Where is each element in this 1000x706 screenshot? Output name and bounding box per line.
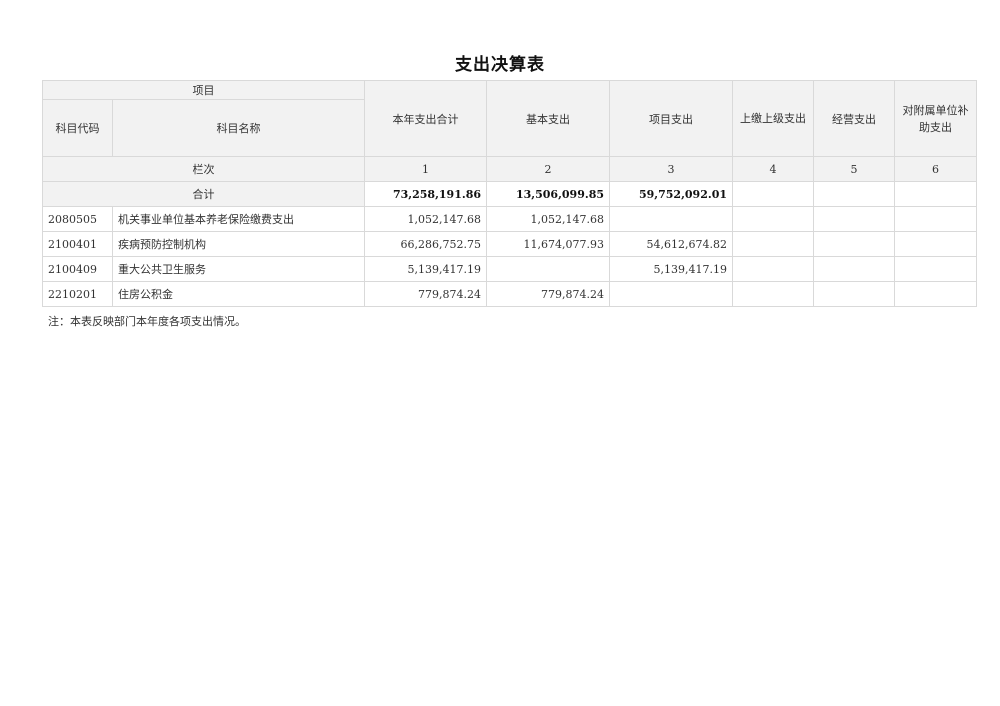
row-value <box>894 206 977 232</box>
header-item-group: 项目 <box>42 80 365 100</box>
row-value: 1,052,147.68 <box>486 206 610 232</box>
total-row: 合计 73,258,191.86 13,506,099.85 59,752,09… <box>42 181 977 207</box>
row-name: 疾病预防控制机构 <box>112 231 365 257</box>
header-row-top: 项目 本年支出合计 基本支出 项目支出 上缴上级支出 经营支出 对附属单位补助支… <box>42 80 977 157</box>
lanci-label: 栏次 <box>42 156 365 182</box>
page-title: 支出决算表 <box>455 55 545 75</box>
row-value <box>894 281 977 307</box>
row-code: 2100409 <box>42 256 113 282</box>
row-value <box>813 281 895 307</box>
table-row: 2100401 疾病预防控制机构 66,286,752.75 11,674,07… <box>42 231 977 257</box>
row-value: 5,139,417.19 <box>609 256 733 282</box>
row-value: 779,874.24 <box>486 281 610 307</box>
header-col-4: 上缴上级支出 <box>732 80 814 157</box>
expenditure-table: 项目 本年支出合计 基本支出 项目支出 上缴上级支出 经营支出 对附属单位补助支… <box>42 80 977 307</box>
lanci-number: 6 <box>894 156 977 182</box>
total-value <box>813 181 895 207</box>
header-subject-name: 科目名称 <box>112 99 365 157</box>
total-value: 59,752,092.01 <box>609 181 733 207</box>
row-name: 重大公共卫生服务 <box>112 256 365 282</box>
total-value: 73,258,191.86 <box>364 181 487 207</box>
header-col-6: 对附属单位补助支出 <box>894 80 977 157</box>
lanci-number: 3 <box>609 156 733 182</box>
row-value <box>486 256 610 282</box>
row-value: 779,874.24 <box>364 281 487 307</box>
row-value <box>813 231 895 257</box>
header-col-1: 本年支出合计 <box>364 80 487 157</box>
row-code: 2080505 <box>42 206 113 232</box>
table-note: 注：本表反映部门本年度各项支出情况。 <box>48 315 246 328</box>
row-value <box>609 281 733 307</box>
total-value: 13,506,099.85 <box>486 181 610 207</box>
lanci-number: 1 <box>364 156 487 182</box>
table-row: 2100409 重大公共卫生服务 5,139,417.19 5,139,417.… <box>42 256 977 282</box>
table-row: 2080505 机关事业单位基本养老保险缴费支出 1,052,147.68 1,… <box>42 206 977 232</box>
row-value <box>732 231 814 257</box>
row-value <box>732 206 814 232</box>
row-value: 11,674,077.93 <box>486 231 610 257</box>
row-value: 66,286,752.75 <box>364 231 487 257</box>
row-name: 机关事业单位基本养老保险缴费支出 <box>112 206 365 232</box>
row-value <box>894 231 977 257</box>
row-value <box>813 256 895 282</box>
row-value: 1,052,147.68 <box>364 206 487 232</box>
row-value <box>732 281 814 307</box>
header-subject-code: 科目代码 <box>42 99 113 157</box>
lanci-number: 2 <box>486 156 610 182</box>
total-value <box>732 181 814 207</box>
row-value <box>813 206 895 232</box>
total-label: 合计 <box>42 181 365 207</box>
lanci-row: 栏次 1 2 3 4 5 6 <box>42 156 977 182</box>
row-value <box>609 206 733 232</box>
table-row: 2210201 住房公积金 779,874.24 779,874.24 <box>42 281 977 307</box>
lanci-number: 5 <box>813 156 895 182</box>
row-name: 住房公积金 <box>112 281 365 307</box>
row-code: 2210201 <box>42 281 113 307</box>
header-col-5: 经营支出 <box>813 80 895 157</box>
row-value: 5,139,417.19 <box>364 256 487 282</box>
lanci-number: 4 <box>732 156 814 182</box>
row-value: 54,612,674.82 <box>609 231 733 257</box>
row-value <box>894 256 977 282</box>
total-value <box>894 181 977 207</box>
row-code: 2100401 <box>42 231 113 257</box>
header-col-3: 项目支出 <box>609 80 733 157</box>
header-col-2: 基本支出 <box>486 80 610 157</box>
row-value <box>732 256 814 282</box>
